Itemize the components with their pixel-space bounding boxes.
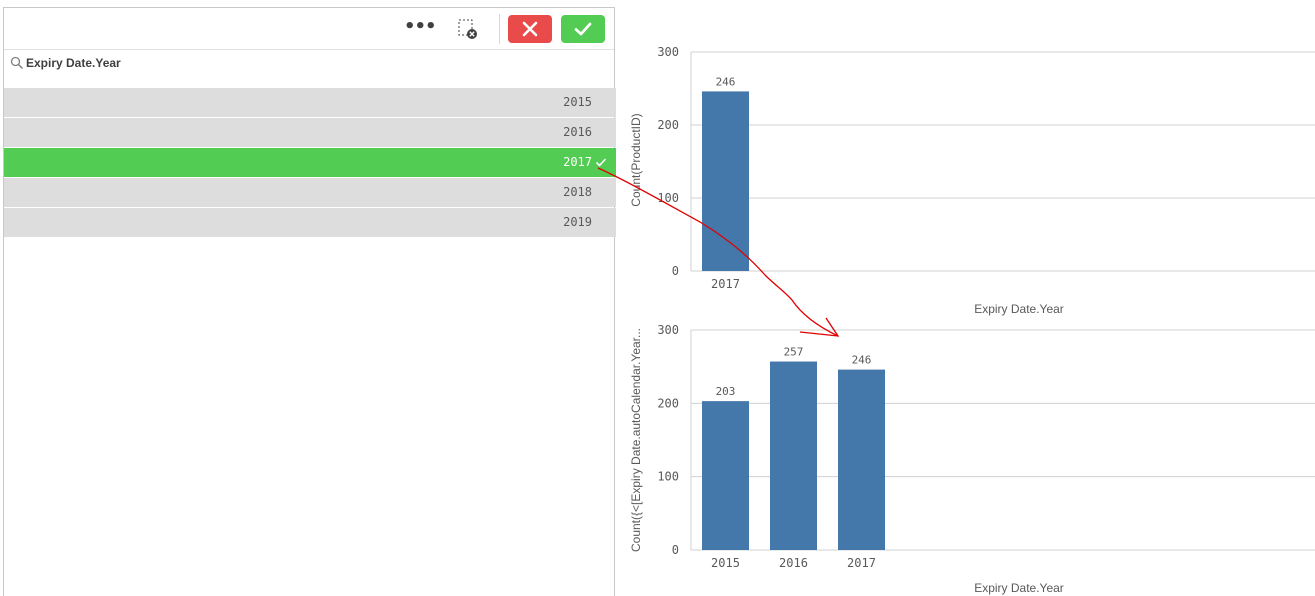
clear-selections-icon[interactable]: [456, 17, 480, 41]
x-axis-title: Expiry Date.Year: [974, 581, 1064, 595]
y-tick-label: 0: [672, 543, 679, 557]
field-title: Expiry Date.Year: [26, 56, 121, 70]
chart-svg: 0 100 200 300 203 2015 257 2016 246 2017 Expiry Da…: [629, 323, 1315, 595]
confirm-selection-button[interactable]: [561, 15, 605, 43]
y-axis-title: Count(ProductID): [629, 113, 643, 206]
bar: [702, 91, 749, 271]
list-item[interactable]: 2019: [4, 208, 616, 237]
selection-toolbar: •••: [4, 8, 614, 50]
bar: [702, 401, 749, 550]
list-item[interactable]: 2015: [4, 88, 616, 117]
list-item-selected[interactable]: 2017: [4, 148, 616, 177]
filter-pane: ••• Expiry Date.Year 2015 2016 2017 2018…: [3, 7, 616, 596]
x-tick-label: 2017: [711, 277, 740, 291]
x-tick-label: 2016: [779, 556, 808, 570]
bar-chart-count-productid[interactable]: 0 100 200 300 246 2017 Expiry Date.Year Count(P…: [624, 40, 1315, 320]
y-tick-label: 200: [657, 118, 679, 132]
y-tick-label: 300: [657, 323, 679, 337]
list-item-label: 2015: [563, 95, 592, 109]
data-label: 203: [716, 385, 736, 398]
y-tick-label: 0: [672, 264, 679, 278]
chart-svg: 0 100 200 300 246 2017 Expiry Date.Year Count(P…: [629, 45, 1315, 316]
y-axis-title: Count({<[Expiry Date.autoCalendar.Year..…: [629, 328, 643, 552]
y-tick-label: 100: [657, 470, 679, 484]
search-icon: [10, 56, 24, 70]
list-item-label: 2019: [563, 215, 592, 229]
checkmark-icon: [574, 22, 592, 36]
cancel-selection-button[interactable]: [508, 15, 552, 43]
list-item[interactable]: 2018: [4, 178, 616, 207]
bar: [770, 361, 817, 550]
x-tick-label: 2017: [847, 556, 876, 570]
field-search[interactable]: Expiry Date.Year: [4, 51, 614, 79]
bar: [838, 369, 885, 550]
data-label: 246: [852, 354, 872, 367]
list-item-label: 2017: [563, 155, 592, 169]
list-item-label: 2016: [563, 125, 592, 139]
checkmark-icon: [595, 158, 607, 167]
toolbar-divider: [499, 14, 500, 44]
app-root: ••• Expiry Date.Year 2015 2016 2017 2018…: [0, 0, 1315, 596]
value-list: 2015 2016 2017 2018 2019: [4, 88, 616, 238]
bar-chart-count-expiry[interactable]: 0 100 200 300 203 2015 257 2016 246 2017 Expiry Da…: [624, 320, 1315, 596]
y-tick-label: 100: [657, 191, 679, 205]
data-label: 246: [716, 75, 736, 88]
x-tick-label: 2015: [711, 556, 740, 570]
list-item[interactable]: 2016: [4, 118, 616, 147]
data-label: 257: [784, 346, 804, 359]
more-icon[interactable]: •••: [404, 16, 437, 42]
close-icon: [522, 21, 538, 37]
y-tick-label: 200: [657, 396, 679, 410]
y-tick-label: 300: [657, 45, 679, 59]
x-axis-title: Expiry Date.Year: [974, 302, 1064, 316]
list-item-label: 2018: [563, 185, 592, 199]
